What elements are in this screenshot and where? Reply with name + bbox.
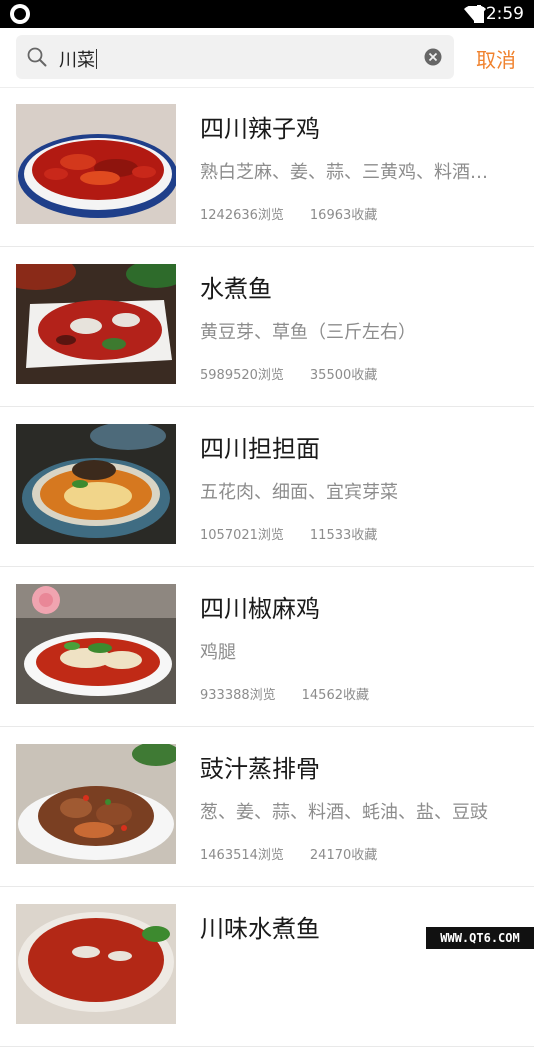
recipe-thumbnail	[16, 424, 176, 544]
recipe-item[interactable]: 川味水煮鱼	[0, 887, 534, 1047]
recipe-views: 5989520浏览	[200, 368, 284, 383]
recipe-views: 1057021浏览	[200, 528, 284, 543]
clear-icon[interactable]	[424, 48, 442, 66]
recipe-ingredients: 黄豆芽、草鱼（三斤左右）	[200, 322, 416, 343]
recipe-views: 1463514浏览	[200, 848, 284, 863]
recipe-favorites: 14562收藏	[301, 688, 369, 703]
recipe-title: 四川辣子鸡	[200, 115, 320, 143]
recipe-ingredients: 葱、姜、蒜、料酒、蚝油、盐、豆豉	[200, 802, 488, 823]
recipe-thumbnail	[16, 744, 176, 864]
recipe-favorites: 11533收藏	[309, 528, 378, 543]
recipe-title: 四川担担面	[200, 435, 320, 463]
cancel-button[interactable]: 取消	[476, 44, 516, 73]
text-caret	[96, 49, 97, 69]
status-time: 2:59	[485, 4, 524, 24]
search-query-text: 川菜	[59, 50, 95, 71]
site-watermark: WWW.QT6.COM	[426, 927, 534, 949]
recipe-thumbnail	[16, 584, 176, 704]
recipe-ingredients: 熟白芝麻、姜、蒜、三黄鸡、料酒、盐、干辣椒	[200, 162, 500, 183]
recipe-ingredients: 五花肉、细面、宜宾芽菜	[200, 482, 398, 503]
battery-icon	[474, 5, 484, 23]
recipe-views: 1242636浏览	[200, 208, 284, 223]
recipe-favorites: 35500收藏	[309, 368, 378, 383]
recipe-thumbnail	[16, 264, 176, 384]
recipe-favorites: 16963收藏	[309, 208, 378, 223]
recipe-title: 川味水煮鱼	[200, 915, 320, 943]
recipe-title: 水煮鱼	[200, 275, 272, 303]
recipe-item[interactable]: 四川椒麻鸡 鸡腿 933388浏览 14562收藏	[0, 567, 534, 727]
search-bar: 川菜 取消	[0, 28, 534, 88]
status-bar: 2:59	[0, 0, 534, 28]
recipe-item[interactable]: 水煮鱼 黄豆芽、草鱼（三斤左右） 5989520浏览 35500收藏	[0, 247, 534, 407]
recipe-title: 四川椒麻鸡	[200, 595, 320, 623]
recipe-thumbnail	[16, 104, 176, 224]
search-input[interactable]: 川菜	[16, 35, 454, 79]
recipe-thumbnail	[16, 904, 176, 1024]
recipe-ingredients: 鸡腿	[200, 642, 236, 663]
recipe-item[interactable]: 四川辣子鸡 熟白芝麻、姜、蒜、三黄鸡、料酒、盐、干辣椒 1242636浏览 169…	[0, 87, 534, 247]
recipe-views: 933388浏览	[200, 688, 276, 703]
recipe-list: 四川辣子鸡 熟白芝麻、姜、蒜、三黄鸡、料酒、盐、干辣椒 1242636浏览 169…	[0, 87, 534, 1047]
recipe-title: 豉汁蒸排骨	[200, 755, 320, 783]
app-notification-icon	[10, 4, 30, 24]
recipe-item[interactable]: 四川担担面 五花肉、细面、宜宾芽菜 1057021浏览 11533收藏	[0, 407, 534, 567]
recipe-item[interactable]: 豉汁蒸排骨 葱、姜、蒜、料酒、蚝油、盐、豆豉 1463514浏览 24170收藏	[0, 727, 534, 887]
recipe-favorites: 24170收藏	[309, 848, 378, 863]
search-icon	[27, 47, 47, 67]
